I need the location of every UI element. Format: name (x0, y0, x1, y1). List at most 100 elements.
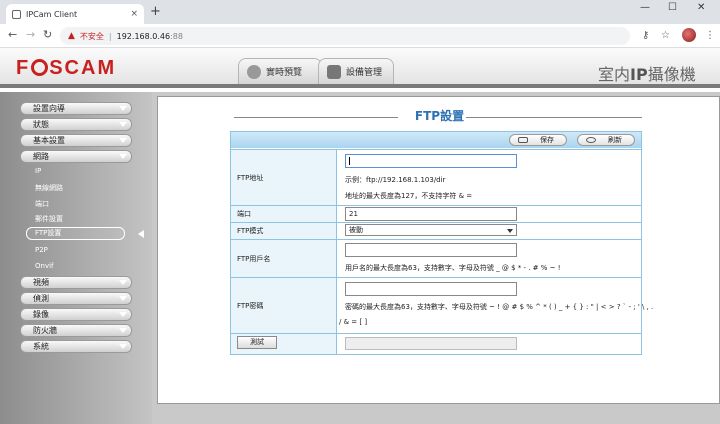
chevron-down-icon (119, 122, 127, 127)
ftp-address-label: FTP地址 (231, 150, 337, 205)
sidebar: 設置向導 狀態 基本設置 網路 IP 無線網路 端口 郵件設置 FTP設置 P2… (0, 92, 152, 424)
tab-live-label: 實時預覽 (266, 68, 303, 78)
sidebar-subitem-onvif[interactable]: Onvif (35, 262, 54, 270)
chevron-down-icon (119, 280, 127, 285)
sidebar-subitem-ip[interactable]: IP (35, 167, 41, 175)
sidebar-item-label: 網路 (33, 152, 49, 161)
test-result-field (345, 337, 517, 350)
save-button[interactable]: 保存 (509, 134, 567, 146)
menu-icon[interactable]: ⋮ (705, 30, 715, 41)
ftp-mode-label: FTP模式 (231, 223, 337, 239)
camera-icon (247, 64, 261, 79)
address-bar[interactable]: ▲ 不安全 | 192.168.0.46:88 (60, 27, 630, 45)
logo-suffix: SCAM (49, 57, 117, 79)
sidebar-item-label: 偵測 (33, 294, 49, 303)
window-close-icon[interactable]: ✕ (697, 2, 705, 13)
ftp-password-label: FTP密碼 (231, 278, 337, 333)
reload-icon[interactable]: ↻ (43, 28, 52, 42)
logo-prefix: F (16, 57, 31, 79)
ftp-password-row: FTP密碼 密碼的最大長度為63，支持數字、字母及符號 ~ ! @ # $ % … (231, 277, 653, 333)
close-icon[interactable]: × (130, 9, 138, 19)
sidebar-item-detector[interactable]: 偵測 (20, 292, 132, 305)
sidebar-item-status[interactable]: 狀態 (20, 118, 132, 131)
sidebar-item-label: 設置向導 (33, 104, 65, 113)
browser-tabstrip: IPCam Client × + — ☐ ✕ (0, 0, 720, 24)
ftp-address-input[interactable] (345, 154, 517, 168)
new-tab-button[interactable]: + (150, 4, 161, 20)
brand-post: 攝像機 (647, 65, 696, 84)
brand-title: 室内IP攝像機 (598, 61, 696, 85)
chevron-down-icon (507, 229, 513, 233)
ftp-password-note-cont: / & = [ ] (339, 318, 368, 326)
card-toolbar: 保存 刷新 (231, 132, 641, 148)
key-icon[interactable]: ⚷ (642, 30, 649, 41)
browser-tab[interactable]: IPCam Client × (6, 4, 144, 24)
ftp-username-input[interactable] (345, 243, 517, 257)
port-row: 端口 21 (231, 205, 641, 222)
tab-title: IPCam Client (26, 9, 78, 19)
chevron-down-icon (119, 138, 127, 143)
ftp-address-note: 地址的最大長度為127，不支持字符 & = (345, 192, 473, 200)
sidebar-subitem-p2p[interactable]: P2P (35, 246, 48, 254)
ftp-password-note: 密碼的最大長度為63，支持數字、字母及符號 ~ ! @ # $ % ^ * ( … (345, 303, 654, 311)
minimize-icon[interactable]: — (640, 2, 650, 13)
avatar[interactable] (682, 28, 696, 42)
tab-live-view[interactable]: 實時預覽 (238, 58, 322, 84)
title-rule-right (466, 117, 642, 118)
chevron-down-icon (119, 154, 127, 159)
chevron-down-icon (119, 296, 127, 301)
chevron-down-icon (119, 328, 127, 333)
tab-device-management[interactable]: 設備管理 (318, 58, 394, 84)
ftp-settings-card: 保存 刷新 FTP地址 示例：ftp://192.168.1.103/dir 地… (230, 131, 653, 355)
sidebar-item-network[interactable]: 網路 (20, 150, 132, 163)
tab-settings-label: 設備管理 (346, 68, 383, 78)
ftp-password-input[interactable] (345, 282, 517, 296)
foscam-logo: F SCAM (16, 57, 116, 80)
sidebar-subitem-ftp[interactable]: FTP設置 (26, 227, 125, 240)
ftp-mode-select[interactable]: 被動 (345, 224, 517, 236)
sidebar-item-record[interactable]: 錄像 (20, 308, 132, 321)
sidebar-item-label: 系統 (33, 342, 49, 351)
sidebar-item-label: 基本設置 (33, 136, 65, 145)
gear-icon (327, 64, 341, 79)
refresh-icon (586, 137, 596, 143)
sidebar-item-system[interactable]: 系統 (20, 340, 132, 353)
sidebar-subitem-port[interactable]: 端口 (35, 199, 49, 209)
port-input[interactable]: 21 (345, 207, 517, 221)
sidebar-subitem-wireless[interactable]: 無線網路 (35, 183, 63, 193)
main-panel: FTP設置 保存 刷新 FTP地址 示例：ftp://192.168.1.103… (157, 96, 720, 404)
forward-icon[interactable]: → (26, 28, 35, 42)
sidebar-item-label: 視頻 (33, 278, 49, 287)
port-label: 端口 (231, 206, 337, 222)
sidebar-item-setup-wizard[interactable]: 設置向導 (20, 102, 132, 115)
ftp-address-example: 示例：ftp://192.168.1.103/dir (345, 176, 446, 184)
test-button[interactable]: 測試 (237, 336, 277, 349)
star-icon[interactable]: ☆ (661, 30, 670, 41)
maximize-icon[interactable]: ☐ (668, 2, 677, 13)
sidebar-item-basic-settings[interactable]: 基本設置 (20, 134, 132, 147)
ftp-username-row: FTP用戶名 用戶名的最大長度為63，支持數字、字母及符號 _ @ $ * - … (231, 239, 641, 277)
save-icon (518, 137, 528, 143)
brand-bold: IP (630, 65, 648, 84)
sidebar-item-firewall[interactable]: 防火牆 (20, 324, 132, 337)
save-label: 保存 (540, 136, 554, 144)
chevron-down-icon (119, 344, 127, 349)
ftp-mode-value: 被動 (349, 226, 363, 234)
logo-o-icon (31, 59, 49, 76)
refresh-label: 刷新 (608, 136, 622, 144)
refresh-button[interactable]: 刷新 (577, 134, 635, 146)
sidebar-item-label: 錄像 (33, 310, 49, 319)
brand-pre: 室内 (598, 65, 631, 84)
selection-pointer-icon (138, 230, 144, 238)
back-icon[interactable]: ← (8, 28, 17, 42)
warning-icon: ▲ (68, 31, 75, 41)
security-warning[interactable]: 不安全 (80, 31, 104, 42)
ftp-username-note: 用戶名的最大長度為63，支持數字、字母及符號 _ @ $ * - . # % ~… (345, 264, 561, 272)
sidebar-item-video[interactable]: 視頻 (20, 276, 132, 289)
chevron-down-icon (119, 312, 127, 317)
page-title: FTP設置 (414, 109, 465, 123)
sidebar-subitem-mail[interactable]: 郵件設置 (35, 214, 63, 224)
url-host: 192.168.0.46 (116, 31, 171, 41)
ftp-username-label: FTP用戶名 (231, 240, 337, 277)
test-row: 測試 (231, 333, 641, 354)
